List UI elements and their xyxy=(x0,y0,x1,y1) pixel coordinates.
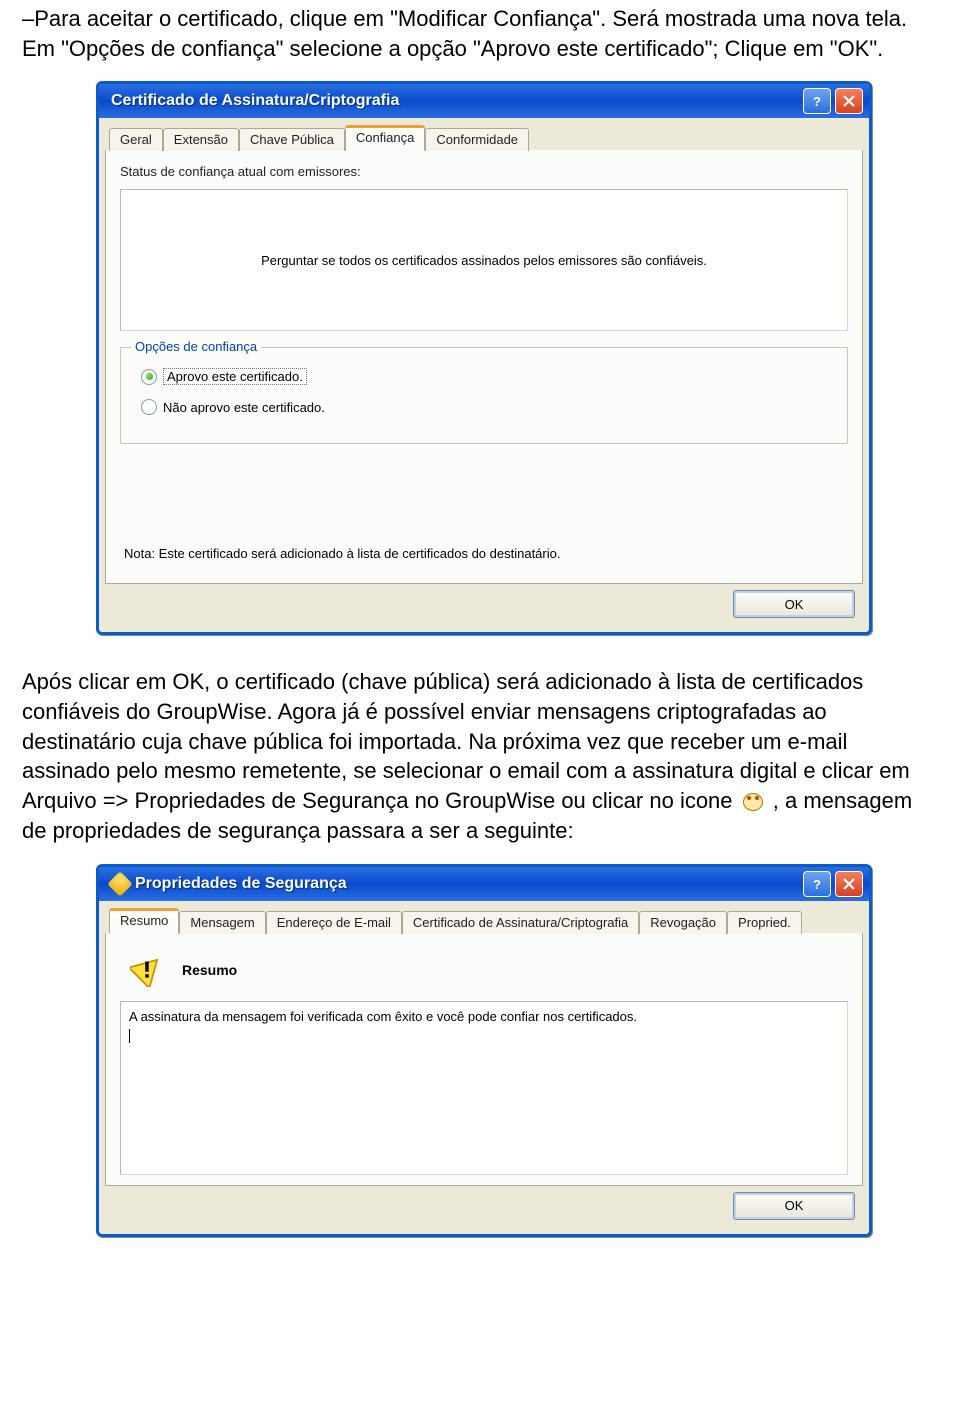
radio-icon xyxy=(141,399,157,415)
tab-extensao[interactable]: Extensão xyxy=(163,128,239,151)
radio-approve-label: Aprovo este certificado. xyxy=(163,368,307,385)
tab-confianca[interactable]: Confiança xyxy=(345,125,426,151)
text-cursor xyxy=(129,1029,130,1043)
doc-paragraph-2: Após clicar em OK, o certificado (chave … xyxy=(0,649,960,855)
summary-header: Resumo xyxy=(120,947,848,1001)
titlebar[interactable]: Propriedades de Segurança ? xyxy=(99,867,869,901)
summary-text-box[interactable]: A assinatura da mensagem foi verificada … xyxy=(120,1001,848,1175)
status-box: Perguntar se todos os certificados assin… xyxy=(120,189,848,331)
trust-options-group: Opções de confiança Aprovo este certific… xyxy=(120,347,848,444)
security-properties-dialog: Propriedades de Segurança ? Resumo Mensa… xyxy=(96,864,872,1237)
doc-paragraph-1: –Para aceitar o certificado, clique em "… xyxy=(0,0,960,73)
status-message: Perguntar se todos os certificados assin… xyxy=(261,253,707,268)
certificate-dialog: Certificado de Assinatura/Criptografia ?… xyxy=(96,81,872,635)
titlebar-title: Propriedades de Segurança xyxy=(135,875,799,893)
close-button[interactable] xyxy=(835,871,863,897)
tab-mensagem[interactable]: Mensagem xyxy=(179,911,265,934)
ok-button[interactable]: OK xyxy=(733,590,855,618)
tab-certificado[interactable]: Certificado de Assinatura/Criptografia xyxy=(402,911,639,934)
close-button[interactable] xyxy=(835,88,863,114)
tab-propried[interactable]: Propried. xyxy=(727,911,802,934)
tab-endereco[interactable]: Endereço de E-mail xyxy=(266,911,402,934)
status-label: Status de confiança atual com emissores: xyxy=(120,164,848,179)
help-button[interactable]: ? xyxy=(803,88,831,114)
tab-panel: Status de confiança atual com emissores:… xyxy=(105,150,863,584)
summary-text: A assinatura da mensagem foi verificada … xyxy=(129,1009,637,1024)
tab-conformidade[interactable]: Conformidade xyxy=(425,128,529,151)
radio-reject-label: Não aprovo este certificado. xyxy=(163,400,325,415)
tab-panel: Resumo A assinatura da mensagem foi veri… xyxy=(105,933,863,1186)
titlebar-app-icon xyxy=(107,871,132,896)
titlebar[interactable]: Certificado de Assinatura/Criptografia ? xyxy=(99,84,869,118)
help-button[interactable]: ? xyxy=(803,871,831,897)
warning-icon xyxy=(130,953,164,987)
radio-approve[interactable]: Aprovo este certificado. xyxy=(141,368,833,385)
radio-reject[interactable]: Não aprovo este certificado. xyxy=(141,399,833,415)
radio-icon xyxy=(141,369,157,385)
tab-revogacao[interactable]: Revogação xyxy=(639,911,727,934)
dialog-note: Nota: Este certificado será adicionado à… xyxy=(120,462,848,573)
signature-inline-icon xyxy=(743,793,763,811)
svg-text:?: ? xyxy=(813,94,821,108)
group-title: Opções de confiança xyxy=(131,339,261,354)
tab-chave-publica[interactable]: Chave Pública xyxy=(239,128,345,151)
tab-resumo[interactable]: Resumo xyxy=(109,908,179,934)
titlebar-title: Certificado de Assinatura/Criptografia xyxy=(111,92,799,110)
ok-button[interactable]: OK xyxy=(733,1192,855,1220)
summary-title: Resumo xyxy=(182,962,237,978)
tab-strip: Geral Extensão Chave Pública Confiança C… xyxy=(105,125,863,151)
tab-geral[interactable]: Geral xyxy=(109,128,163,151)
svg-text:?: ? xyxy=(813,877,821,891)
tab-strip: Resumo Mensagem Endereço de E-mail Certi… xyxy=(105,908,863,934)
